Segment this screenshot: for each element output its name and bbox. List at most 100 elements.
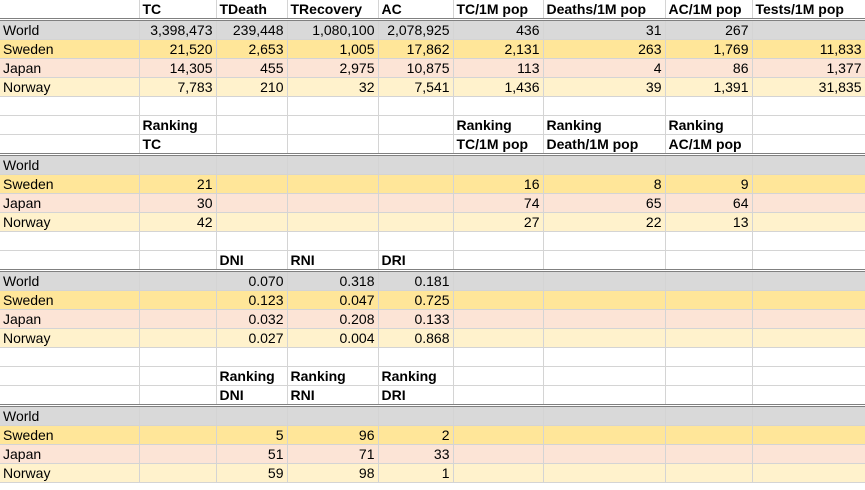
header-cell[interactable]	[752, 134, 865, 156]
data-cell[interactable]: 8	[543, 174, 666, 194]
data-cell[interactable]	[216, 154, 288, 175]
empty-cell[interactable]	[752, 96, 865, 116]
data-cell[interactable]	[752, 290, 865, 310]
data-cell[interactable]: 10,875	[378, 58, 454, 78]
data-cell[interactable]	[543, 425, 666, 445]
header-cell[interactable]: Deaths/1M pop	[543, 0, 666, 21]
data-cell[interactable]	[543, 309, 666, 329]
empty-cell[interactable]	[453, 96, 544, 116]
data-cell[interactable]: 0.070	[216, 270, 288, 291]
data-cell[interactable]	[665, 328, 753, 348]
row-label-cell[interactable]: Norway	[0, 328, 140, 348]
header-cell[interactable]	[665, 250, 753, 272]
data-cell[interactable]	[543, 444, 666, 464]
header-cell[interactable]	[752, 385, 865, 407]
data-cell[interactable]	[752, 270, 865, 291]
data-cell[interactable]: 1,080,100	[287, 19, 379, 40]
empty-cell[interactable]	[543, 96, 666, 116]
data-cell[interactable]: 14,305	[139, 58, 217, 78]
data-cell[interactable]	[453, 425, 544, 445]
data-cell[interactable]: 51	[216, 444, 288, 464]
data-cell[interactable]: 65	[543, 193, 666, 213]
empty-cell[interactable]	[216, 231, 288, 251]
data-cell[interactable]	[139, 444, 217, 464]
empty-cell[interactable]	[287, 96, 379, 116]
data-cell[interactable]	[453, 309, 544, 329]
data-cell[interactable]	[752, 444, 865, 464]
empty-cell[interactable]	[378, 96, 454, 116]
empty-cell[interactable]	[216, 96, 288, 116]
header-cell[interactable]: Ranking	[378, 366, 454, 386]
data-cell[interactable]	[543, 154, 666, 175]
data-cell[interactable]: 0.004	[287, 328, 379, 348]
data-cell[interactable]	[453, 405, 544, 426]
data-cell[interactable]: 2,131	[453, 39, 544, 59]
data-cell[interactable]	[139, 290, 217, 310]
header-cell[interactable]	[216, 115, 288, 135]
data-cell[interactable]	[665, 425, 753, 445]
empty-cell[interactable]	[287, 347, 379, 367]
header-cell[interactable]: TDeath	[216, 0, 288, 21]
data-cell[interactable]	[139, 154, 217, 175]
header-cell[interactable]	[216, 134, 288, 156]
header-cell[interactable]	[287, 115, 379, 135]
header-cell[interactable]	[378, 115, 454, 135]
header-cell[interactable]	[665, 385, 753, 407]
header-cell[interactable]: TC/1M pop	[453, 134, 544, 156]
data-cell[interactable]: 96	[287, 425, 379, 445]
empty-cell[interactable]	[139, 347, 217, 367]
data-cell[interactable]: 1	[378, 463, 454, 483]
row-label-cell[interactable]: World	[0, 405, 140, 426]
header-cell[interactable]: TC	[139, 0, 217, 21]
empty-cell[interactable]	[378, 347, 454, 367]
header-cell[interactable]	[752, 115, 865, 135]
data-cell[interactable]	[453, 463, 544, 483]
data-cell[interactable]	[378, 193, 454, 213]
row-label-cell[interactable]: Sweden	[0, 39, 140, 59]
header-cell[interactable]: AC/1M pop	[665, 134, 753, 156]
data-cell[interactable]	[543, 405, 666, 426]
data-cell[interactable]: 71	[287, 444, 379, 464]
empty-cell[interactable]	[139, 231, 217, 251]
header-cell[interactable]	[752, 366, 865, 386]
data-cell[interactable]: 39	[543, 77, 666, 97]
header-cell[interactable]: DNI	[216, 385, 288, 407]
data-cell[interactable]	[378, 174, 454, 194]
row-label-cell[interactable]: World	[0, 19, 140, 40]
row-label-cell[interactable]: Norway	[0, 77, 140, 97]
data-cell[interactable]	[752, 19, 865, 40]
data-cell[interactable]: 455	[216, 58, 288, 78]
data-cell[interactable]: 210	[216, 77, 288, 97]
data-cell[interactable]: 2,653	[216, 39, 288, 59]
data-cell[interactable]: 5	[216, 425, 288, 445]
header-cell[interactable]: Ranking	[216, 366, 288, 386]
data-cell[interactable]: 4	[543, 58, 666, 78]
header-cell[interactable]: Ranking	[139, 115, 217, 135]
data-cell[interactable]	[139, 405, 217, 426]
header-cell[interactable]: Ranking	[287, 366, 379, 386]
data-cell[interactable]: 17,862	[378, 39, 454, 59]
data-cell[interactable]: 13	[665, 212, 753, 232]
data-cell[interactable]: 1,005	[287, 39, 379, 59]
header-cell[interactable]	[0, 385, 140, 407]
data-cell[interactable]	[287, 405, 379, 426]
header-cell[interactable]	[0, 115, 140, 135]
data-cell[interactable]	[543, 463, 666, 483]
data-cell[interactable]: 263	[543, 39, 666, 59]
empty-cell[interactable]	[139, 96, 217, 116]
empty-cell[interactable]	[0, 96, 140, 116]
header-cell[interactable]: DRI	[378, 385, 454, 407]
header-cell[interactable]	[139, 385, 217, 407]
header-cell[interactable]	[665, 366, 753, 386]
header-cell[interactable]	[139, 250, 217, 272]
empty-cell[interactable]	[543, 231, 666, 251]
data-cell[interactable]	[216, 174, 288, 194]
data-cell[interactable]	[378, 212, 454, 232]
empty-cell[interactable]	[752, 347, 865, 367]
row-label-cell[interactable]: Norway	[0, 463, 140, 483]
data-cell[interactable]	[665, 444, 753, 464]
data-cell[interactable]: 0.318	[287, 270, 379, 291]
data-cell[interactable]: 0.181	[378, 270, 454, 291]
data-cell[interactable]: 0.725	[378, 290, 454, 310]
data-cell[interactable]: 267	[665, 19, 753, 40]
